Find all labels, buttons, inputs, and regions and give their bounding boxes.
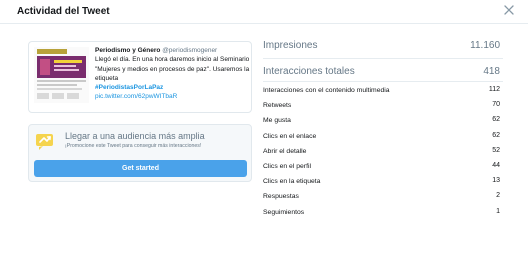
- modal-header: Actividad del Tweet: [0, 0, 528, 24]
- stat-row-label: Clics en la etiqueta: [263, 178, 321, 186]
- stat-row-likes: Me gusta 62: [263, 114, 503, 129]
- modal-title: Actividad del Tweet: [17, 6, 110, 17]
- stat-total-engagements-value: 418: [483, 66, 500, 77]
- stat-row-link-clicks: Clics en el enlace 62: [263, 130, 503, 145]
- stat-row-label: Me gusta: [263, 117, 291, 125]
- stat-impressions-label: Impresiones: [263, 40, 318, 51]
- stat-total-engagements: Interacciones totales 418: [263, 62, 503, 82]
- stat-row-value: 62: [492, 131, 500, 139]
- stat-row-value: 2: [496, 192, 500, 200]
- tweet-text-block: Periodismo y Género @periodismogener Lle…: [95, 46, 250, 102]
- stat-row-value: 112: [488, 86, 500, 93]
- tweet-author-name[interactable]: Periodismo y Género: [95, 47, 160, 54]
- tweet-author-handle[interactable]: @periodismogener: [162, 47, 217, 54]
- stat-row-label: Respuestas: [263, 193, 299, 201]
- stat-total-engagements-label: Interacciones totales: [263, 66, 355, 77]
- tweet-hashtag-link[interactable]: #PeriodistasPorLaPaz: [95, 83, 250, 92]
- stat-row-follows: Seguimientos 1: [263, 206, 503, 221]
- tweet-media-thumbnail[interactable]: [34, 47, 89, 103]
- seminar-poster-image: [34, 47, 89, 103]
- stat-row-value: 1: [496, 207, 500, 215]
- tweet-media-link[interactable]: pic.twitter.com/62pwWITbaR: [95, 92, 250, 101]
- stat-row-value: 52: [492, 146, 500, 154]
- stat-row-retweets: Retweets 70: [263, 99, 503, 114]
- stat-row-label: Abrir el detalle: [263, 147, 307, 155]
- promote-title: Llegar a una audiencia más amplia: [65, 131, 205, 141]
- stat-row-label: Clics en el perfil: [263, 162, 311, 170]
- stat-row-value: 62: [492, 116, 500, 124]
- engagement-breakdown-list: Interacciones con el contenido multimedi…: [263, 84, 503, 221]
- tweet-preview-card[interactable]: Periodismo y Género @periodismogener Lle…: [28, 41, 252, 113]
- close-button[interactable]: [502, 3, 516, 17]
- get-started-button[interactable]: Get started: [34, 160, 247, 177]
- stat-row-value: 70: [492, 101, 500, 109]
- stat-row-media-engagements: Interacciones con el contenido multimedi…: [263, 84, 503, 99]
- close-icon: [504, 5, 514, 15]
- tweet-text: Llegó el día. En una hora daremos inicio…: [95, 56, 250, 82]
- promote-subtitle: ¡Promocione este Tweet para conseguir má…: [65, 143, 202, 149]
- stat-row-label: Clics en el enlace: [263, 132, 317, 140]
- stat-row-label: Retweets: [263, 102, 292, 110]
- stat-row-detail-expands: Abrir el detalle 52: [263, 145, 503, 160]
- stat-row-label: Seguimientos: [263, 208, 305, 216]
- stat-row-replies: Respuestas 2: [263, 190, 503, 205]
- stat-row-value: 13: [492, 177, 500, 185]
- stat-row-value: 44: [492, 161, 500, 169]
- promote-chart-icon: [35, 131, 55, 151]
- stat-impressions: Impresiones 11.160: [263, 36, 503, 59]
- stat-row-profile-clicks: Clics en el perfil 44: [263, 160, 503, 175]
- promote-tweet-box: Llegar a una audiencia más amplia ¡Promo…: [28, 124, 252, 182]
- stat-row-label: Interacciones con el contenido multimedi…: [263, 87, 390, 94]
- stat-row-hashtag-clicks: Clics en la etiqueta 13: [263, 175, 503, 190]
- tweet-activity-modal: Actividad del Tweet Periodismo y Género …: [0, 0, 528, 222]
- stat-impressions-value: 11.160: [470, 40, 500, 51]
- tweet-stats-panel: Impresiones 11.160 Interacciones totales…: [263, 36, 503, 221]
